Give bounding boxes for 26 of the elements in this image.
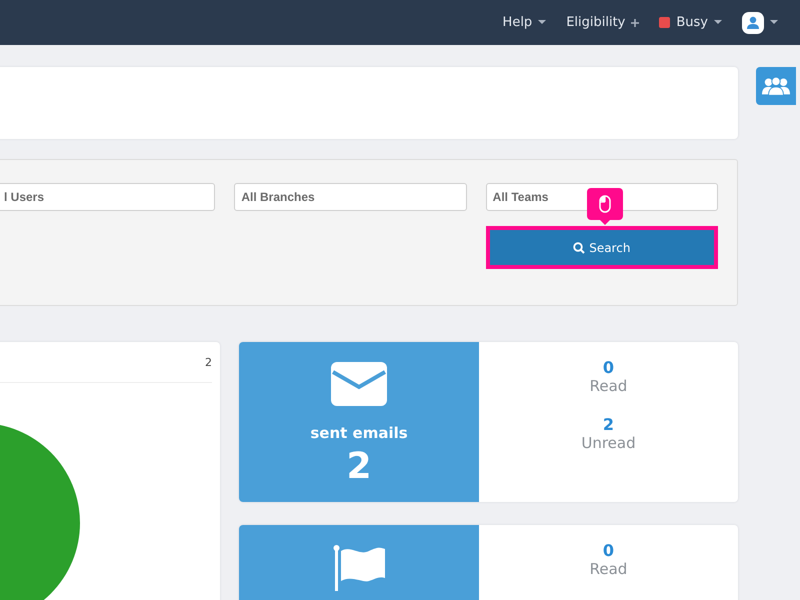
caret-icon xyxy=(538,20,546,25)
metric-label: Read xyxy=(590,560,628,578)
plus-icon xyxy=(631,18,640,26)
metric-value: 0 xyxy=(602,541,614,560)
select-field[interactable]: l Users xyxy=(0,183,216,211)
metric-label: Read xyxy=(590,377,628,395)
people-icon xyxy=(762,76,790,96)
metric-value: 0 xyxy=(602,358,614,377)
select-field[interactable]: All Branches xyxy=(234,183,467,211)
stat-title: sent emails xyxy=(310,424,408,442)
menu-button[interactable]: Help xyxy=(502,15,546,30)
flag-icon xyxy=(332,545,386,591)
envelope-icon xyxy=(331,362,387,406)
caret-icon xyxy=(714,20,722,25)
stat-total: 2 xyxy=(346,446,372,487)
metric-value: 2 xyxy=(602,415,614,434)
count-label: 2 xyxy=(205,356,212,368)
menu-button[interactable]: Eligibility xyxy=(566,15,640,30)
search-icon xyxy=(573,242,586,254)
user-menu-button[interactable] xyxy=(742,12,778,34)
avatar-icon xyxy=(742,12,764,34)
search-button[interactable]: Search xyxy=(490,230,714,265)
menu-button[interactable]: Busy xyxy=(659,15,722,30)
caret-icon xyxy=(770,20,778,25)
metric-label: Unread xyxy=(581,434,636,452)
team-button[interactable] xyxy=(756,67,796,105)
